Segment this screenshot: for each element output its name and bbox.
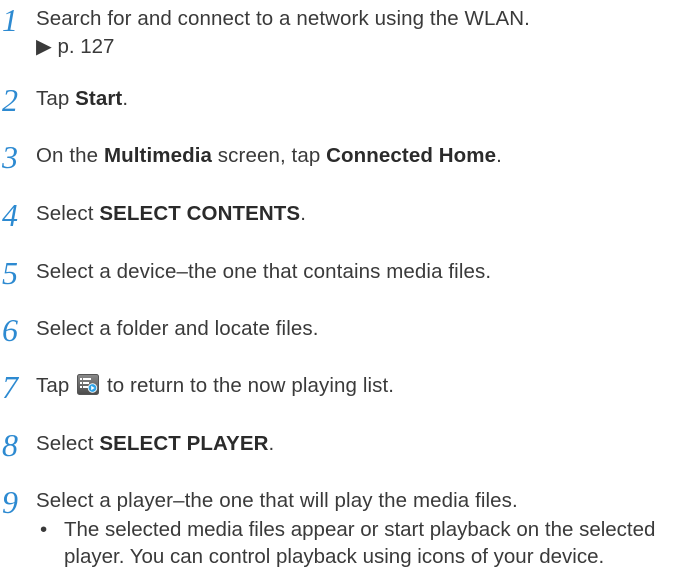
step-instruction: Select: [36, 432, 100, 455]
step-number: 4: [2, 197, 18, 233]
step-text: Select a folder and locate files.: [36, 314, 685, 343]
step-instruction-end: to return to the now playing list.: [101, 374, 395, 397]
step-number: 1: [2, 2, 18, 38]
bullet-note: • The selected media files appear or sta…: [40, 516, 685, 570]
ui-term-multimedia: Multimedia: [103, 144, 213, 167]
step-instruction: Tap: [36, 374, 76, 397]
step-instruction: Tap: [36, 87, 76, 110]
step-instruction: On the: [36, 144, 104, 167]
step-text: Select SELECT CONTENTS.: [36, 199, 685, 228]
page-reference[interactable]: ▶ p. 127: [36, 32, 114, 61]
step-number: 7: [2, 369, 18, 405]
step-text: Search for and connect to a network usin…: [36, 4, 685, 33]
punct: .: [122, 87, 129, 110]
step-text: On the Multimedia screen, tap Connected …: [36, 141, 685, 170]
step-number: 2: [2, 82, 18, 118]
step-text: Tap Start.: [36, 84, 685, 113]
bullet-dot-icon: •: [40, 518, 48, 541]
bullet-text: The selected media files appear or start…: [64, 518, 656, 568]
step-number: 3: [2, 139, 18, 175]
step-number: 9: [2, 484, 18, 520]
step-text: Select a device–the one that contains me…: [36, 257, 685, 286]
ui-term-start: Start: [75, 87, 123, 110]
punct: .: [300, 202, 306, 225]
step-text: Tap to return to the now playing list.: [36, 371, 685, 400]
ui-term-connected-home: Connected Home: [326, 144, 497, 167]
step-number: 5: [2, 255, 18, 291]
step-instruction: Search for and connect to a network usin…: [36, 7, 530, 30]
punct: .: [496, 144, 502, 167]
step-instruction: Select a folder and locate files.: [36, 317, 319, 340]
ui-term-select-player: SELECT PLAYER: [99, 432, 269, 455]
ui-term-select-contents: SELECT CONTENTS: [99, 202, 301, 225]
now-playing-list-icon: [77, 374, 100, 395]
step-text: Select SELECT PLAYER.: [36, 429, 685, 458]
step-number: 8: [2, 427, 18, 463]
punct: .: [268, 432, 275, 455]
step-instruction: Select: [36, 202, 100, 225]
step-number: 6: [2, 312, 18, 348]
step-text: Select a player–the one that will play t…: [36, 486, 685, 515]
step-instruction-mid: screen, tap: [212, 144, 327, 167]
step-instruction: Select a device–the one that contains me…: [36, 260, 492, 283]
step-instruction: Select a player–the one that will play t…: [36, 489, 518, 512]
